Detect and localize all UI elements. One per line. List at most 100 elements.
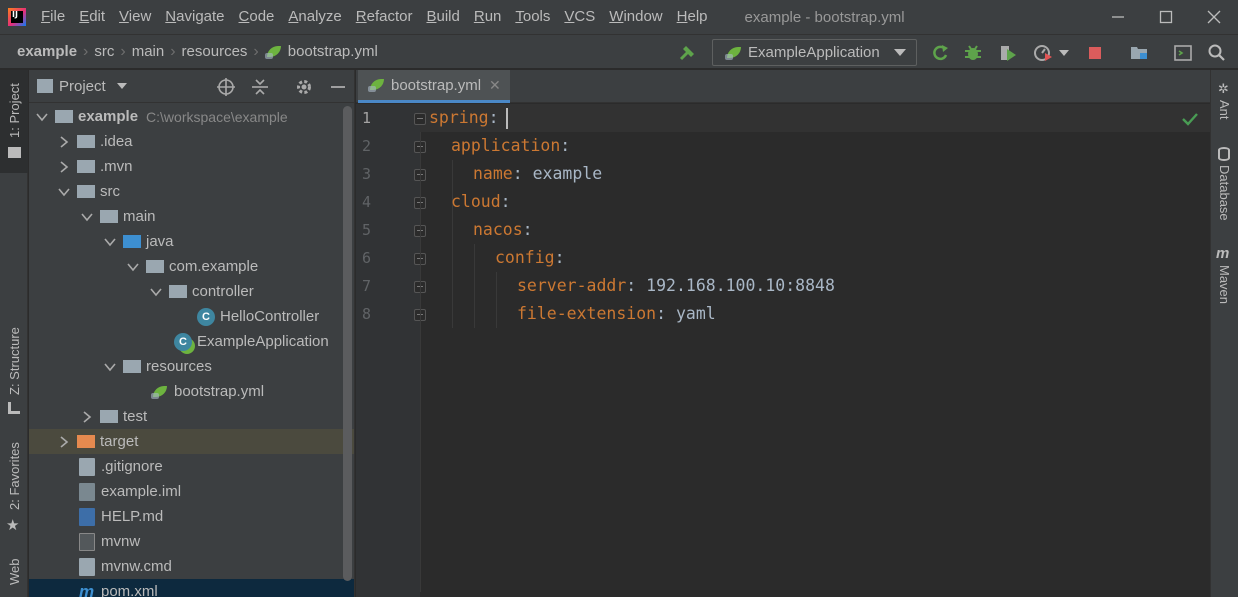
menu-view[interactable]: View — [112, 0, 158, 34]
chevron-down-icon[interactable] — [1056, 42, 1072, 64]
tree-item-example-iml[interactable]: example.iml — [29, 479, 354, 504]
rerun-icon[interactable] — [929, 42, 951, 64]
menu-edit[interactable]: Edit — [72, 0, 112, 34]
project-structure-icon[interactable] — [1128, 42, 1150, 64]
close-window-button[interactable] — [1190, 0, 1238, 34]
yaml-key: file-extension — [517, 304, 657, 323]
yaml-key: name — [473, 164, 513, 183]
run-with-coverage-icon[interactable] — [997, 42, 1019, 64]
debug-bug-icon[interactable] — [962, 42, 984, 64]
chevron-right-icon[interactable] — [57, 135, 71, 149]
menu-build[interactable]: Build — [419, 0, 466, 34]
locate-target-icon[interactable] — [216, 78, 236, 96]
tool-tab-maven[interactable]: m Maven — [1211, 245, 1238, 315]
maximize-button[interactable] — [1142, 0, 1190, 34]
tree-item-pom-xml[interactable]: m pom.xml — [29, 579, 354, 597]
tree-item-help-md[interactable]: HELP.md — [29, 504, 354, 529]
collapse-all-icon[interactable] — [250, 78, 270, 96]
tool-tab-favorites[interactable]: 2: Favorites ★ — [0, 440, 28, 540]
tree-item-label: HELP.md — [101, 508, 164, 525]
tree-item-com-example[interactable]: com.example — [29, 254, 354, 279]
breadcrumb-bootstrap-yml[interactable]: bootstrap.yml — [264, 43, 378, 60]
tree-item-mvn[interactable]: .mvn — [29, 154, 354, 179]
no-problems-check-icon[interactable] — [1182, 112, 1198, 130]
search-icon[interactable] — [1206, 42, 1228, 64]
tree-item-mvnw[interactable]: mvnw — [29, 529, 354, 554]
menu-code[interactable]: Code — [232, 0, 282, 34]
code-line-5[interactable]: nacos: — [473, 220, 533, 239]
editor-tab-bootstrap-yml[interactable]: bootstrap.yml ✕ — [358, 70, 510, 103]
code-line-1[interactable]: spring: — [429, 108, 499, 127]
chevron-down-icon[interactable] — [103, 235, 117, 249]
text-caret — [506, 108, 508, 129]
code-line-4[interactable]: cloud: — [451, 192, 511, 211]
stop-icon[interactable] — [1084, 42, 1106, 64]
tool-tab-web[interactable]: Web — [0, 555, 28, 597]
close-icon[interactable]: ✕ — [489, 77, 501, 94]
tree-item-resources[interactable]: resources — [29, 354, 354, 379]
fold-marker-icon[interactable] — [414, 113, 426, 125]
breadcrumb-src[interactable]: src — [94, 43, 114, 60]
tool-tab-database[interactable]: Database — [1211, 145, 1238, 235]
tree-item-gitignore[interactable]: .gitignore — [29, 454, 354, 479]
tree-item-hellocontroller[interactable]: C HelloController — [29, 304, 354, 329]
tree-item-test[interactable]: test — [29, 404, 354, 429]
tree-item-target[interactable]: target — [29, 429, 354, 454]
menu-file[interactable]: File — [34, 0, 72, 34]
project-scrollbar[interactable] — [343, 106, 352, 581]
chevron-down-icon[interactable] — [57, 185, 71, 199]
chevron-right-icon[interactable] — [80, 410, 94, 424]
chevron-down-icon[interactable] — [126, 260, 140, 274]
editor-tab-bar: bootstrap.yml ✕ — [356, 70, 1210, 103]
yaml-separator: : — [626, 276, 637, 295]
chevron-right-icon[interactable] — [57, 435, 71, 449]
menu-analyze[interactable]: Analyze — [281, 0, 348, 34]
tool-tab-structure[interactable]: Z: Structure — [0, 320, 28, 420]
ant-icon: ✲ — [1218, 82, 1229, 97]
menu-window[interactable]: Window — [602, 0, 669, 34]
profile-icon[interactable] — [1032, 42, 1054, 64]
gear-icon[interactable] — [294, 78, 314, 96]
folder-icon — [100, 410, 118, 423]
yaml-key: cloud — [451, 192, 501, 211]
breadcrumb-main[interactable]: main — [132, 43, 165, 60]
breadcrumb-separator-icon: › — [83, 42, 89, 60]
menu-run[interactable]: Run — [467, 0, 509, 34]
tree-item-java[interactable]: java — [29, 229, 354, 254]
build-hammer-icon[interactable] — [676, 42, 698, 64]
terminal-icon[interactable] — [1172, 42, 1194, 64]
minimize-button[interactable] — [1094, 0, 1142, 34]
menu-vcs[interactable]: VCS — [557, 0, 602, 34]
hide-panel-icon[interactable] — [328, 78, 348, 96]
tool-tab-project[interactable]: 1: Project — [0, 70, 28, 173]
breadcrumb-example[interactable]: example — [17, 43, 77, 60]
chevron-down-icon[interactable] — [35, 110, 49, 124]
chevron-down-icon[interactable] — [116, 78, 128, 95]
tree-item-bootstrap-yml[interactable]: bootstrap.yml — [29, 379, 354, 404]
tree-item-idea[interactable]: .idea — [29, 129, 354, 154]
tree-item-controller[interactable]: controller — [29, 279, 354, 304]
menu-refactor[interactable]: Refactor — [349, 0, 420, 34]
tree-item-exampleapplication[interactable]: C ExampleApplication — [29, 329, 354, 354]
tree-item-src[interactable]: src — [29, 179, 354, 204]
tree-item-main[interactable]: main — [29, 204, 354, 229]
tree-item-mvnw-cmd[interactable]: mvnw.cmd — [29, 554, 354, 579]
chevron-down-icon[interactable] — [103, 360, 117, 374]
code-line-3[interactable]: name: example — [473, 164, 602, 183]
code-line-6[interactable]: config: — [495, 248, 565, 267]
code-line-2[interactable]: application: — [451, 136, 570, 155]
chevron-down-icon[interactable] — [149, 285, 163, 299]
project-view-title[interactable]: Project — [59, 78, 106, 95]
run-configuration-select[interactable]: ExampleApplication — [712, 39, 917, 66]
tree-item-example[interactable]: example C:\workspace\example — [29, 104, 354, 129]
chevron-down-icon[interactable] — [80, 210, 94, 224]
chevron-right-icon[interactable] — [57, 160, 71, 174]
menu-help[interactable]: Help — [670, 0, 715, 34]
tool-tab-ant[interactable]: ✲ Ant — [1211, 78, 1238, 138]
breadcrumb-resources[interactable]: resources — [182, 43, 248, 60]
tree-item-label: ExampleApplication — [197, 333, 329, 350]
menu-tools[interactable]: Tools — [508, 0, 557, 34]
code-line-7[interactable]: server-addr: 192.168.100.10:8848 — [517, 276, 835, 295]
code-line-8[interactable]: file-extension: yaml — [517, 304, 716, 323]
menu-navigate[interactable]: Navigate — [158, 0, 231, 34]
